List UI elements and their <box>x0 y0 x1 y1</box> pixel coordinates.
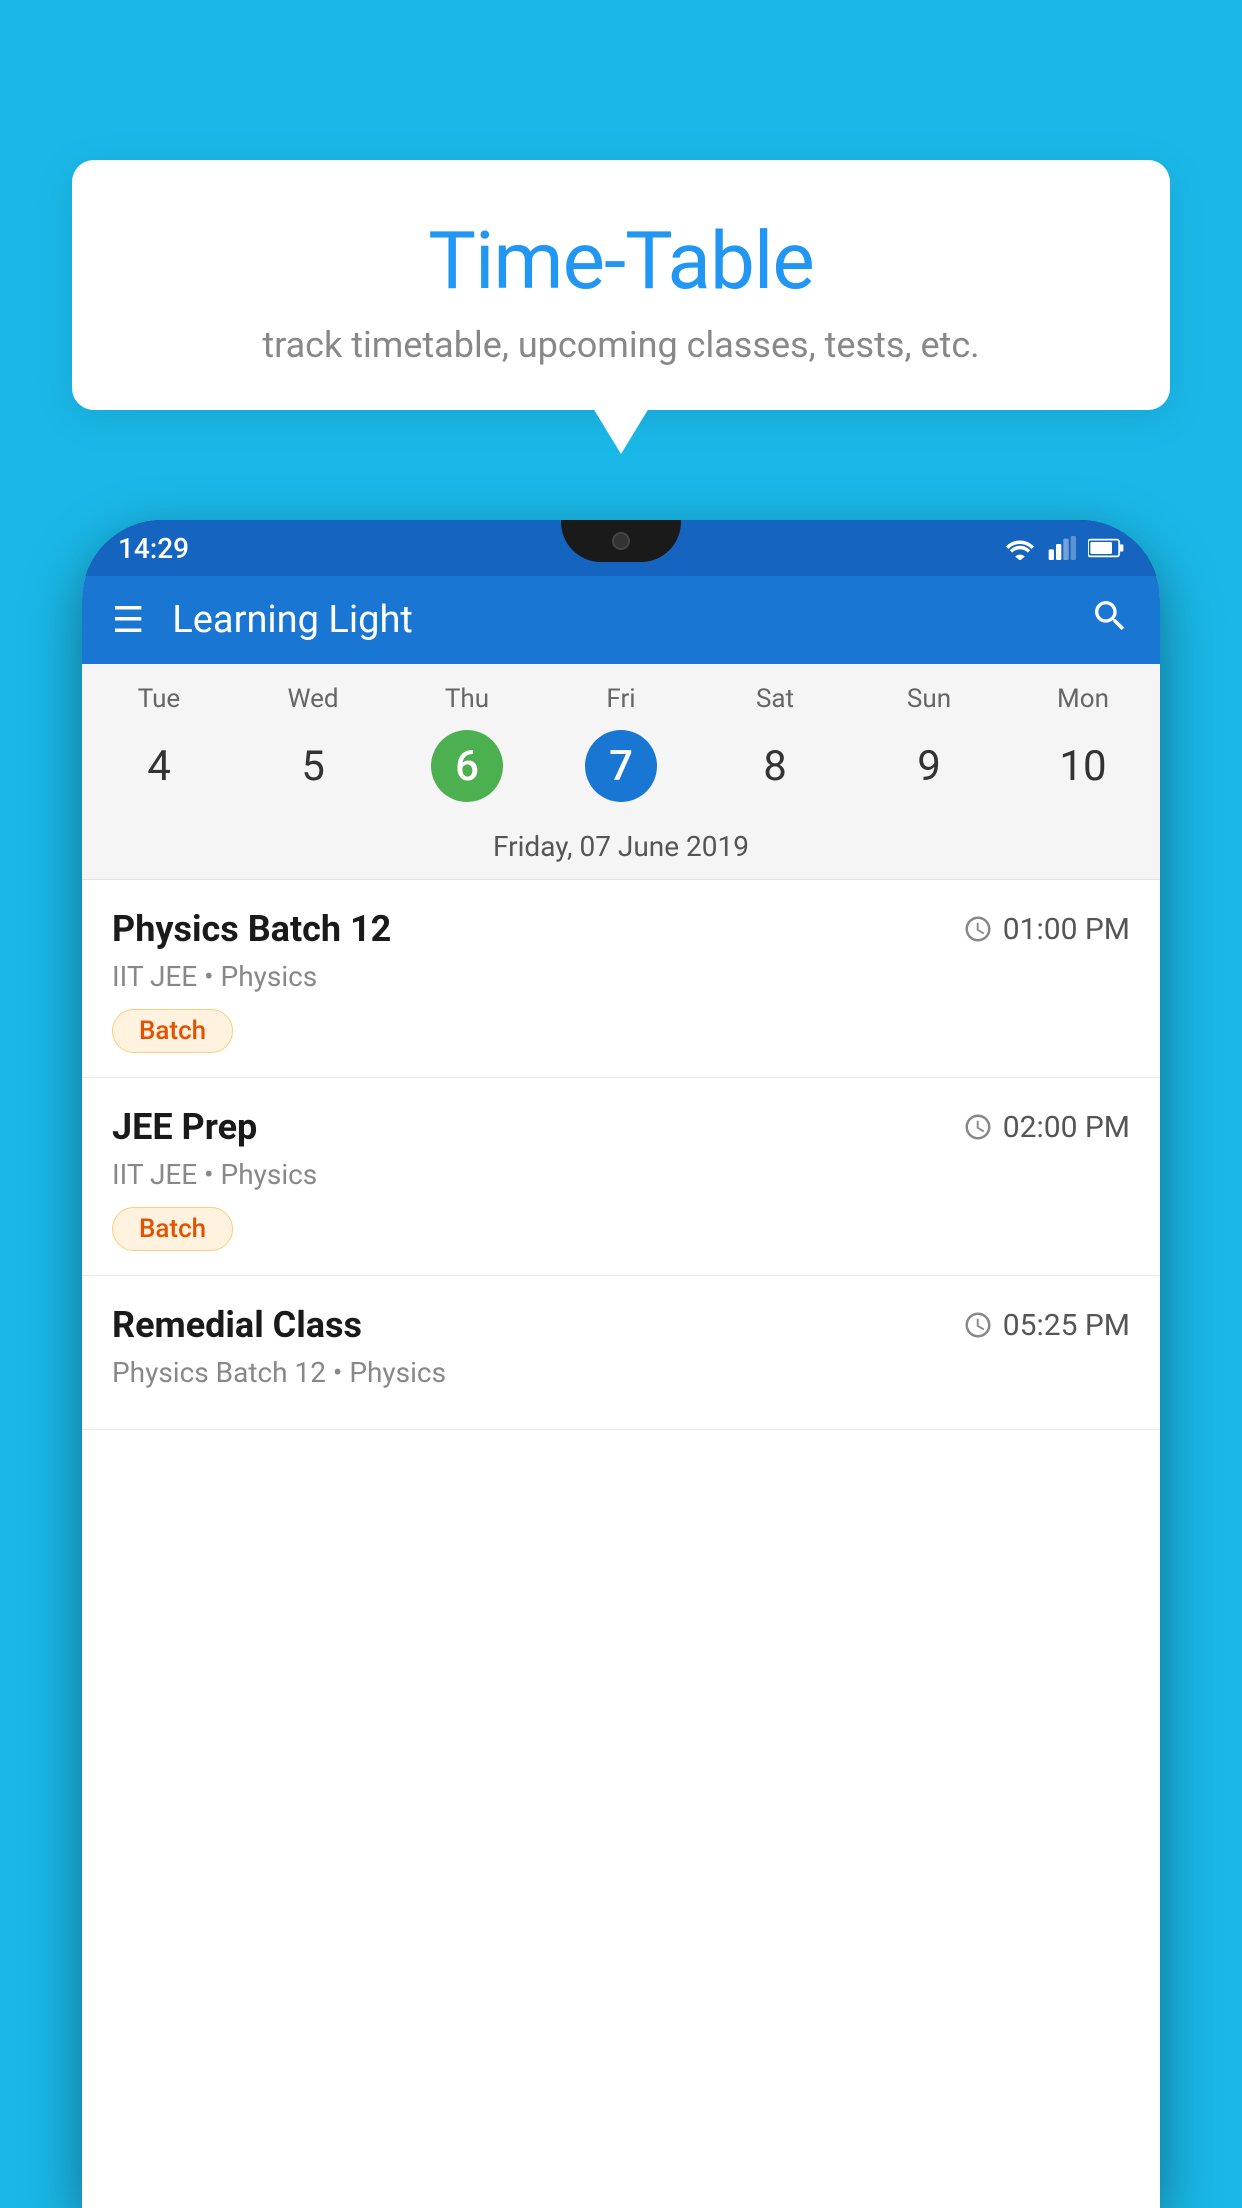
schedule-list: Physics Batch 12 01:00 PM IIT JEE • Phys… <box>82 880 1160 2208</box>
day-num-col-7[interactable]: 7 <box>544 730 698 802</box>
schedule-item-3[interactable]: Remedial Class 05:25 PM Physics Batch 12… <box>82 1276 1160 1430</box>
day-num-9: 9 <box>893 730 965 802</box>
day-name-sun: Sun <box>852 684 1006 714</box>
camera-lens <box>612 532 630 550</box>
tooltip-subtitle: track timetable, upcoming classes, tests… <box>132 324 1110 366</box>
battery-icon <box>1088 537 1124 559</box>
app-bar: ☰ Learning Light <box>82 576 1160 664</box>
clock-icon-1 <box>963 914 993 944</box>
day-col-wed[interactable]: Wed <box>236 684 390 714</box>
day-name-sat: Sat <box>698 684 852 714</box>
tooltip-card: Time-Table track timetable, upcoming cla… <box>72 160 1170 410</box>
item-subtitle-3: Physics Batch 12 • Physics <box>112 1356 1130 1389</box>
day-num-col-6[interactable]: 6 <box>390 730 544 802</box>
day-name-wed: Wed <box>236 684 390 714</box>
item-header-2: JEE Prep 02:00 PM <box>112 1106 1130 1148</box>
day-col-mon[interactable]: Mon <box>1006 684 1160 714</box>
phone-screen: ☰ Learning Light Tue Wed Thu <box>82 576 1160 2208</box>
day-num-col-4[interactable]: 4 <box>82 730 236 802</box>
day-num-8: 8 <box>739 730 811 802</box>
status-icons <box>1004 536 1124 560</box>
notch <box>561 520 681 562</box>
day-num-col-9[interactable]: 9 <box>852 730 1006 802</box>
item-time-1: 01:00 PM <box>963 912 1130 947</box>
batch-badge-1: Batch <box>112 1009 233 1053</box>
batch-badge-2: Batch <box>112 1207 233 1251</box>
phone-frame: 14:29 ☰ <box>82 520 1160 2208</box>
status-time: 14:29 <box>118 532 189 565</box>
status-bar: 14:29 <box>82 520 1160 576</box>
day-col-thu[interactable]: Thu <box>390 684 544 714</box>
item-header-3: Remedial Class 05:25 PM <box>112 1304 1130 1346</box>
day-col-tue[interactable]: Tue <box>82 684 236 714</box>
day-name-fri: Fri <box>544 684 698 714</box>
day-num-5: 5 <box>277 730 349 802</box>
item-subtitle-2: IIT JEE • Physics <box>112 1158 1130 1191</box>
item-title-3: Remedial Class <box>112 1304 362 1346</box>
day-num-4: 4 <box>123 730 195 802</box>
item-title-2: JEE Prep <box>112 1106 257 1148</box>
schedule-item-2[interactable]: JEE Prep 02:00 PM IIT JEE • Physics Batc… <box>82 1078 1160 1276</box>
search-icon[interactable] <box>1090 596 1130 645</box>
calendar-section: Tue Wed Thu Fri Sat Sun Mon <box>82 664 1160 880</box>
clock-icon-2 <box>963 1112 993 1142</box>
weekday-row: Tue Wed Thu Fri Sat Sun Mon <box>82 664 1160 722</box>
tooltip-title: Time-Table <box>132 214 1110 308</box>
selected-date-label: Friday, 07 June 2019 <box>82 820 1160 879</box>
day-col-sat[interactable]: Sat <box>698 684 852 714</box>
day-num-col-5[interactable]: 5 <box>236 730 390 802</box>
day-num-col-8[interactable]: 8 <box>698 730 852 802</box>
day-num-10: 10 <box>1047 730 1119 802</box>
menu-icon[interactable]: ☰ <box>112 602 144 638</box>
item-header-1: Physics Batch 12 01:00 PM <box>112 908 1130 950</box>
item-time-3: 05:25 PM <box>963 1308 1130 1343</box>
app-title: Learning Light <box>172 598 1090 642</box>
wifi-icon <box>1004 536 1036 560</box>
day-name-mon: Mon <box>1006 684 1160 714</box>
day-num-6-today: 6 <box>431 730 503 802</box>
signal-icon <box>1048 536 1076 560</box>
item-time-2: 02:00 PM <box>963 1110 1130 1145</box>
item-title-1: Physics Batch 12 <box>112 908 391 950</box>
day-col-sun[interactable]: Sun <box>852 684 1006 714</box>
day-name-thu: Thu <box>390 684 544 714</box>
day-num-7-selected: 7 <box>585 730 657 802</box>
clock-icon-3 <box>963 1310 993 1340</box>
day-col-fri[interactable]: Fri <box>544 684 698 714</box>
day-name-tue: Tue <box>82 684 236 714</box>
item-subtitle-1: IIT JEE • Physics <box>112 960 1130 993</box>
schedule-item-1[interactable]: Physics Batch 12 01:00 PM IIT JEE • Phys… <box>82 880 1160 1078</box>
day-num-col-10[interactable]: 10 <box>1006 730 1160 802</box>
day-num-row: 4 5 6 7 8 9 10 <box>82 722 1160 820</box>
